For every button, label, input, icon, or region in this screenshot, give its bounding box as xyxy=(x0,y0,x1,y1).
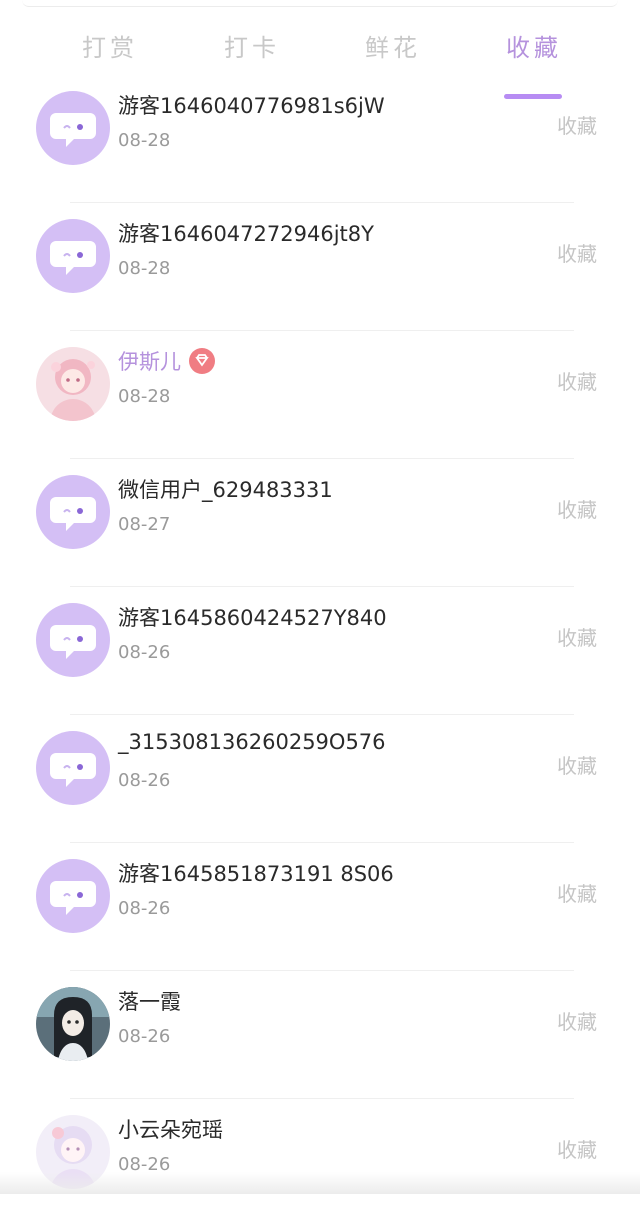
bottom-edge xyxy=(0,1172,640,1194)
user-name: 微信用户_629483331 xyxy=(118,478,333,502)
date: 08-28 xyxy=(118,130,171,151)
list-item[interactable]: 伊斯儿 08-28 收藏 xyxy=(0,324,640,452)
favorite-button[interactable]: 收藏 xyxy=(557,366,597,395)
avatar xyxy=(36,347,110,421)
list-item[interactable]: _315308136260259O576 08-26 收藏 xyxy=(0,708,640,836)
favorite-button[interactable]: 收藏 xyxy=(557,622,597,651)
date: 08-28 xyxy=(118,258,171,279)
user-name: 游客1645851873191 8S06 xyxy=(118,862,394,886)
avatar xyxy=(36,91,110,165)
list-item[interactable]: 游客1646047272946jt8Y 08-28 收藏 xyxy=(0,196,640,324)
chat-bubble-icon xyxy=(36,475,110,549)
chat-bubble-icon xyxy=(36,731,110,805)
list-item[interactable]: 落一霞 08-26 收藏 xyxy=(0,964,640,1092)
chat-bubble-icon xyxy=(36,859,110,933)
favorite-button[interactable]: 收藏 xyxy=(557,238,597,267)
top-edge xyxy=(22,0,618,7)
user-name: 游客1646047272946jt8Y xyxy=(118,222,374,246)
vip-diamond-icon xyxy=(189,348,215,374)
tab-flowers[interactable]: 鲜花 xyxy=(365,28,421,63)
user-name: 小云朵宛瑶 xyxy=(118,1118,223,1142)
avatar xyxy=(36,987,110,1061)
tab-reward[interactable]: 打赏 xyxy=(82,28,138,63)
tab-checkin[interactable]: 打卡 xyxy=(224,28,280,63)
date: 08-28 xyxy=(118,386,171,407)
favorite-button[interactable]: 收藏 xyxy=(557,1134,597,1163)
favorite-button[interactable]: 收藏 xyxy=(557,750,597,779)
user-name: 游客1646040776981s6jW xyxy=(118,94,385,118)
user-name: 落一霞 xyxy=(118,990,181,1014)
list-item[interactable]: 微信用户_629483331 08-27 收藏 xyxy=(0,452,640,580)
user-photo-icon xyxy=(36,347,110,421)
chat-bubble-icon xyxy=(36,219,110,293)
chat-bubble-icon xyxy=(36,91,110,165)
favorite-button[interactable]: 收藏 xyxy=(557,494,597,523)
user-photo-icon xyxy=(36,987,110,1061)
list-item[interactable]: 小云朵宛瑶 08-26 收藏 xyxy=(0,1092,640,1220)
avatar xyxy=(36,603,110,677)
favorite-button[interactable]: 收藏 xyxy=(557,878,597,907)
list-item[interactable]: 游客1646040776981s6jW 08-28 收藏 xyxy=(0,68,640,196)
avatar xyxy=(36,219,110,293)
date: 08-26 xyxy=(118,770,171,791)
date: 08-27 xyxy=(118,514,171,535)
user-name-vip: 伊斯儿 xyxy=(118,346,215,376)
avatar xyxy=(36,859,110,933)
user-name: _315308136260259O576 xyxy=(118,730,386,754)
list-item[interactable]: 游客1645860424527Y840 08-26 收藏 xyxy=(0,580,640,708)
date: 08-26 xyxy=(118,642,171,663)
favorite-button[interactable]: 收藏 xyxy=(557,1006,597,1035)
avatar xyxy=(36,475,110,549)
date: 08-26 xyxy=(118,898,171,919)
chat-bubble-icon xyxy=(36,603,110,677)
user-name-text: 伊斯儿 xyxy=(118,350,181,374)
favorite-button[interactable]: 收藏 xyxy=(557,110,597,139)
list-item[interactable]: 游客1645851873191 8S06 08-26 收藏 xyxy=(0,836,640,964)
avatar xyxy=(36,731,110,805)
date: 08-26 xyxy=(118,1026,171,1047)
tab-favorites[interactable]: 收藏 xyxy=(506,28,562,63)
user-name: 游客1645860424527Y840 xyxy=(118,606,387,630)
